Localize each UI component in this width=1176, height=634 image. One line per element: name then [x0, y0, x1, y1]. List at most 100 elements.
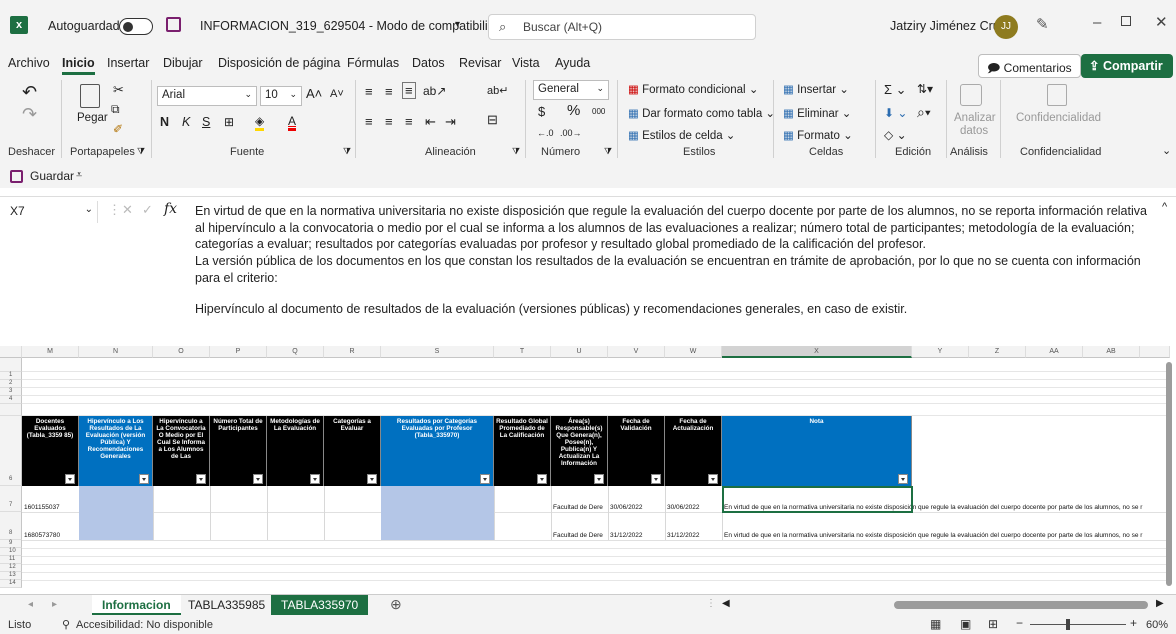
filter-dropdown-icon[interactable]: [537, 474, 547, 484]
tab-insertar[interactable]: Insertar: [107, 56, 149, 70]
dialog-launcher-icon[interactable]: ⧩: [512, 146, 520, 157]
cell-docentes[interactable]: 1601155037: [24, 504, 78, 511]
bold-icon[interactable]: N: [160, 115, 169, 129]
column-header[interactable]: T: [494, 346, 551, 358]
tab-dibujar[interactable]: Dibujar: [163, 56, 203, 70]
row-header[interactable]: 2: [0, 380, 22, 388]
redo-icon[interactable]: ↷: [22, 104, 37, 125]
filter-dropdown-icon[interactable]: [651, 474, 661, 484]
scroll-right-icon[interactable]: ▶: [1156, 598, 1164, 609]
insert-cells-button[interactable]: ▦ Insertar ⌄: [783, 82, 849, 96]
zoom-slider-thumb[interactable]: [1066, 619, 1070, 630]
customize-qat-icon[interactable]: ⩡: [76, 169, 82, 182]
orientation-icon[interactable]: ab↗: [423, 84, 446, 98]
tab-datos[interactable]: Datos: [412, 56, 445, 70]
column-header[interactable]: S: [381, 346, 494, 358]
row-header[interactable]: 1: [0, 372, 22, 380]
tab-disposicion[interactable]: Disposición de página: [218, 56, 340, 70]
comments-button[interactable]: 🗩 Comentarios: [978, 54, 1081, 78]
column-header[interactable]: AB: [1083, 346, 1140, 358]
cell-fecha-validacion[interactable]: 31/12/2022: [610, 532, 664, 539]
zoom-out-icon[interactable]: −: [1016, 616, 1023, 630]
enter-icon[interactable]: ✓: [142, 202, 153, 218]
tab-revisar[interactable]: Revisar: [459, 56, 501, 70]
zoom-slider[interactable]: [1030, 624, 1126, 625]
scroll-left-icon[interactable]: ◂: [28, 599, 33, 610]
select-all[interactable]: [0, 346, 22, 358]
accessibility-status[interactable]: Accesibilidad: No disponible: [76, 619, 213, 631]
format-cells-button[interactable]: ▦ Formato ⌄: [783, 128, 853, 142]
row-header[interactable]: 14: [0, 580, 22, 588]
column-header[interactable]: V: [608, 346, 665, 358]
autosum-icon[interactable]: Σ ⌄: [884, 82, 907, 98]
header-numero-participantes[interactable]: Número Total de Participantes: [210, 416, 267, 486]
scroll-right-icon[interactable]: ▸: [52, 599, 57, 610]
analyze-label[interactable]: Analizar: [954, 112, 996, 124]
header-fecha-validacion[interactable]: Fecha de Validación: [608, 416, 665, 486]
cell-fecha-validacion[interactable]: 30/06/2022: [610, 504, 664, 511]
align-bottom-icon[interactable]: ≡: [402, 82, 416, 99]
page-layout-icon[interactable]: ▣: [960, 617, 971, 631]
cell-resultados-highlight[interactable]: [381, 486, 494, 540]
percent-button[interactable]: %: [567, 102, 580, 119]
merge-center-icon[interactable]: ⊟: [487, 112, 498, 128]
number-format-combo[interactable]: General ⌄: [533, 80, 609, 100]
column-header[interactable]: [1140, 346, 1170, 358]
column-header[interactable]: Y: [912, 346, 969, 358]
row-header[interactable]: 11: [0, 556, 22, 564]
search-box[interactable]: ⌕ Buscar (Alt+Q): [488, 14, 756, 40]
add-sheet-icon[interactable]: ⊕: [390, 596, 402, 613]
column-header[interactable]: Z: [969, 346, 1026, 358]
tab-inicio[interactable]: Inicio: [62, 56, 95, 75]
column-header[interactable]: U: [551, 346, 608, 358]
column-header[interactable]: Q: [267, 346, 324, 358]
restore-icon[interactable]: [1121, 16, 1131, 26]
align-top-icon[interactable]: ≡: [365, 84, 373, 99]
cell-fecha-actualizacion[interactable]: 31/12/2022: [667, 532, 721, 539]
tab-archivo[interactable]: Archivo: [8, 56, 50, 70]
underline-icon[interactable]: S: [202, 115, 210, 129]
conditional-format-button[interactable]: ▦ Formato condicional ⌄: [628, 82, 758, 96]
clear-icon[interactable]: ◇ ⌄: [884, 128, 907, 142]
fill-color-icon[interactable]: ◈: [255, 114, 265, 131]
accessibility-icon[interactable]: ⚲: [62, 618, 70, 631]
align-right-icon[interactable]: ≡: [405, 114, 413, 129]
save-icon[interactable]: [166, 17, 181, 32]
row-header[interactable]: 7: [0, 486, 22, 512]
filter-dropdown-icon[interactable]: [898, 474, 908, 484]
undo-icon[interactable]: ↶: [22, 82, 37, 103]
cell-fecha-actualizacion[interactable]: 30/06/2022: [667, 504, 721, 511]
cell-hipervinculo-highlight[interactable]: [79, 486, 153, 540]
collapse-formula-icon[interactable]: ^: [1162, 201, 1167, 213]
font-size-combo[interactable]: 10 ⌄: [260, 86, 302, 106]
header-docentes[interactable]: Docentes Evaluados (Tabla_3359 85): [22, 416, 79, 486]
close-icon[interactable]: ✕: [1155, 13, 1168, 31]
sheet-tab-tabla335970[interactable]: TABLA335970: [271, 595, 369, 615]
horizontal-scrollbar[interactable]: [894, 601, 1148, 609]
format-as-table-button[interactable]: ▦ Dar formato como tabla ⌄: [628, 106, 775, 120]
header-nota[interactable]: Nota: [722, 416, 912, 486]
filter-dropdown-icon[interactable]: [65, 474, 75, 484]
confidential-label[interactable]: Confidencialidad: [1016, 112, 1101, 124]
decrease-font-icon[interactable]: A˅: [330, 88, 344, 100]
column-header[interactable]: N: [79, 346, 153, 358]
filter-dropdown-icon[interactable]: [196, 474, 206, 484]
increase-decimal-icon[interactable]: ←.0: [537, 128, 554, 138]
find-icon[interactable]: ⌕▾: [917, 104, 931, 121]
fill-icon[interactable]: ⬇ ⌄: [884, 106, 907, 120]
filter-dropdown-icon[interactable]: [480, 474, 490, 484]
row-header[interactable]: 12: [0, 564, 22, 572]
tab-formulas[interactable]: Fórmulas: [347, 56, 399, 70]
wrap-text-icon[interactable]: ab↵: [487, 84, 508, 97]
column-header[interactable]: P: [210, 346, 267, 358]
column-header[interactable]: R: [324, 346, 381, 358]
cell-docentes[interactable]: 1680573780: [24, 532, 78, 539]
column-header[interactable]: M: [22, 346, 79, 358]
worksheet-grid[interactable]: M N O P Q R S T U V W X Y Z AA AB 1 2 3 …: [0, 346, 1176, 594]
font-color-icon[interactable]: A: [288, 114, 297, 131]
copy-icon[interactable]: ⧉: [111, 102, 120, 117]
autosave-toggle[interactable]: [119, 18, 153, 35]
header-area-responsable[interactable]: Área(s) Responsable(s) Que Genera(n), Po…: [551, 416, 608, 486]
name-box[interactable]: X7 ⌄: [6, 201, 98, 223]
column-header-selected[interactable]: X: [722, 346, 912, 358]
